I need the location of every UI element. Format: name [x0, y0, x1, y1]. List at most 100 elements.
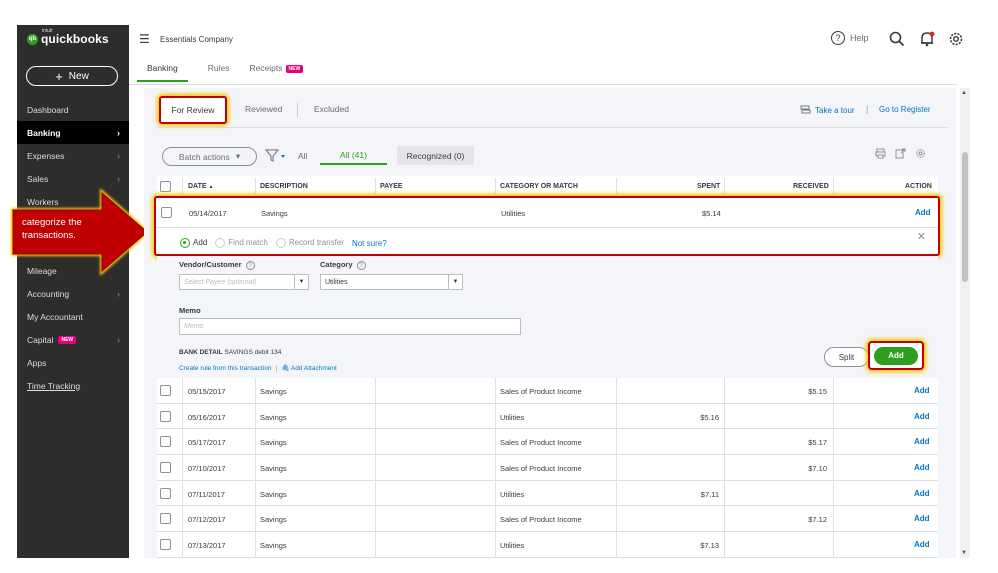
- column-divider: [495, 455, 496, 481]
- vendor-label-text: Vendor/Customer: [179, 260, 242, 269]
- row-category: Sales of Product Income: [500, 515, 582, 525]
- row-checkbox[interactable]: [161, 207, 172, 218]
- tab-for-review[interactable]: For Review: [159, 96, 227, 124]
- row-add-link[interactable]: Add: [914, 463, 930, 472]
- tab-reviewed[interactable]: Reviewed: [245, 104, 282, 114]
- callout-text: categorize the transactions.: [22, 217, 82, 241]
- export-icon[interactable]: [895, 148, 906, 159]
- search-icon[interactable]: [888, 30, 906, 48]
- table-row[interactable]: 05/15/2017 Savings Sales of Product Income…: [157, 378, 938, 404]
- row-add-link[interactable]: Add: [914, 437, 930, 446]
- sidebar-item-my-accountant[interactable]: My Accountant: [17, 305, 129, 328]
- help-button[interactable]: ? Help: [831, 31, 869, 45]
- column-divider: [375, 429, 376, 455]
- tab-rules[interactable]: Rules: [208, 63, 230, 82]
- close-icon[interactable]: ✕: [917, 230, 926, 243]
- row-add-link[interactable]: Add: [914, 386, 930, 395]
- sidebar-item-expenses[interactable]: Expenses ›: [17, 144, 129, 167]
- split-button[interactable]: Split: [824, 347, 869, 367]
- row-category: Sales of Product Income: [500, 387, 582, 396]
- create-rule-link[interactable]: Create rule from this transaction: [179, 365, 271, 372]
- table-row[interactable]: 07/11/2017 Savings Utilities $7.11 Add: [157, 480, 938, 507]
- table-row[interactable]: 07/10/2017 Savings Sales of Product Income…: [157, 455, 938, 481]
- sidebar-item-apps[interactable]: Apps: [17, 351, 129, 374]
- row-add-link[interactable]: Add: [914, 412, 930, 421]
- settings-gear-icon[interactable]: [947, 30, 965, 48]
- header-payee[interactable]: PAYEE: [380, 183, 403, 190]
- table-tools: [875, 148, 926, 159]
- tab-recognized[interactable]: Recognized (0): [397, 146, 474, 165]
- row-checkbox[interactable]: [160, 487, 171, 499]
- filter-icon[interactable]: [264, 149, 287, 166]
- header-category[interactable]: CATEGORY OR MATCH: [500, 183, 578, 190]
- hamburger-menu-icon[interactable]: ☰: [139, 32, 150, 46]
- sidebar-item-label: Sales: [27, 173, 49, 184]
- row-received: $5.15: [808, 387, 827, 396]
- row-add-link[interactable]: Add: [914, 540, 930, 549]
- take-a-tour-link[interactable]: Take a tour: [800, 105, 855, 115]
- sidebar-item-dashboard[interactable]: Dashboard: [17, 98, 129, 121]
- not-sure-link[interactable]: Not sure?: [352, 239, 387, 248]
- row-checkbox[interactable]: [160, 462, 171, 474]
- print-icon[interactable]: [875, 148, 886, 159]
- column-divider: [255, 403, 256, 429]
- row-checkbox[interactable]: [160, 436, 171, 448]
- sidebar-item-banking[interactable]: Banking ›: [17, 121, 129, 144]
- go-to-register-link[interactable]: Go to Register: [879, 105, 931, 114]
- table-row[interactable]: 07/13/2017 Savings Utilities $7.13 Add: [157, 532, 938, 558]
- gear-icon[interactable]: [915, 148, 926, 159]
- scroll-up-icon[interactable]: ▲: [961, 90, 967, 96]
- header-description[interactable]: DESCRIPTION: [260, 183, 308, 190]
- category-select[interactable]: Utilities ▼: [320, 274, 463, 290]
- row-category: Utilities: [500, 489, 525, 499]
- add-attachment-link[interactable]: Add Attachment: [291, 365, 337, 372]
- help-circle-icon[interactable]: ?: [356, 261, 366, 270]
- row-checkbox[interactable]: [160, 410, 171, 422]
- column-divider: [724, 480, 725, 506]
- select-all-checkbox[interactable]: [160, 181, 171, 192]
- row-checkbox[interactable]: [160, 539, 171, 551]
- column-divider: [495, 532, 496, 558]
- row-checkbox[interactable]: [160, 385, 171, 396]
- sidebar-item-time-tracking[interactable]: Time Tracking: [17, 374, 129, 397]
- row-add-link[interactable]: Add: [914, 489, 930, 498]
- row-date: 05/16/2017: [188, 412, 226, 422]
- header-received[interactable]: RECEIVED: [793, 183, 829, 190]
- row-spent: $5.16: [700, 412, 719, 422]
- scroll-down-icon[interactable]: ▼: [961, 550, 967, 556]
- row-checkbox[interactable]: [160, 513, 171, 525]
- vendor-select[interactable]: Select Payee (optional) ▼: [179, 274, 309, 290]
- category-value: Utilities: [325, 278, 348, 286]
- add-button[interactable]: Add: [874, 346, 918, 365]
- row-add-link[interactable]: Add: [914, 514, 930, 523]
- sidebar: qb intuit quickbooks + New Dashboard Bank…: [17, 25, 129, 558]
- tab-all[interactable]: All (41): [320, 146, 387, 165]
- tab-banking[interactable]: Banking: [137, 63, 188, 82]
- column-divider: [724, 455, 725, 481]
- sidebar-item-accounting[interactable]: Accounting ›: [17, 282, 129, 305]
- quickbooks-logo[interactable]: qb intuit quickbooks: [27, 28, 109, 46]
- header-date[interactable]: DATE ▲: [188, 183, 213, 190]
- tab-excluded[interactable]: Excluded: [314, 104, 349, 114]
- tab-receipts-label: Receipts: [249, 63, 283, 73]
- new-button[interactable]: + New: [26, 66, 118, 86]
- radio-find-match[interactable]: Find match: [215, 238, 268, 248]
- scrollbar[interactable]: ▲ ▼: [960, 88, 970, 558]
- scroll-thumb[interactable]: [962, 152, 968, 282]
- tab-receipts[interactable]: Receipts NEW: [249, 63, 304, 82]
- help-circle-icon[interactable]: ?: [245, 261, 255, 270]
- radio-add[interactable]: Add: [180, 238, 207, 248]
- header-spent[interactable]: SPENT: [697, 183, 720, 190]
- row-add-link[interactable]: Add: [915, 208, 931, 217]
- table-row[interactable]: 07/12/2017 Savings Sales of Product Income…: [157, 506, 938, 533]
- table-row[interactable]: 05/14/2017 Savings Utilities $5.14 Add: [156, 198, 938, 228]
- radio-record-transfer[interactable]: Record transfer: [275, 238, 344, 248]
- table-row[interactable]: 05/17/2017 Savings Sales of Product Income…: [157, 429, 938, 456]
- sidebar-item-capital[interactable]: Capital NEW ›: [17, 328, 129, 351]
- memo-input[interactable]: Memo: [179, 318, 521, 335]
- table-row[interactable]: 05/16/2017 Savings Utilities $5.16 Add: [157, 403, 938, 430]
- chevron-right-icon: ›: [117, 173, 120, 184]
- notification-bell-icon[interactable]: [918, 30, 936, 48]
- column-divider: [724, 403, 725, 429]
- batch-actions-dropdown[interactable]: Batch actions ▾: [162, 147, 257, 166]
